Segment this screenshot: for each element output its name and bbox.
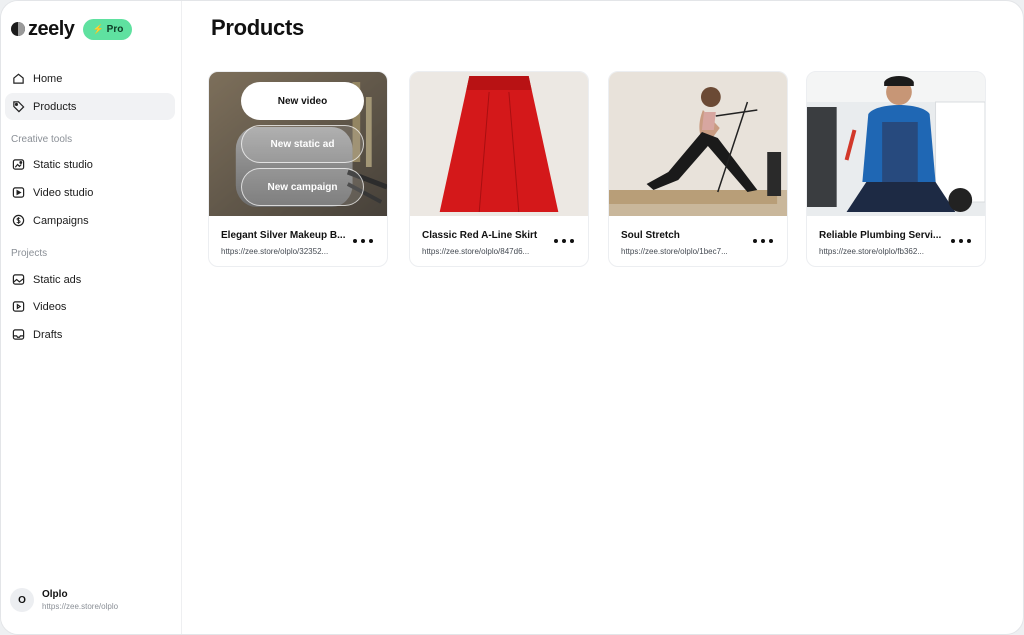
new-video-button[interactable]: New video [241,82,364,120]
product-url[interactable]: https://zee.store/olplo/32352... [221,247,351,256]
product-card[interactable]: New video New static ad New campaign Ele… [208,71,388,267]
more-options-button[interactable] [554,234,574,248]
profile-url: https://zee.store/olplo [42,602,119,611]
product-url[interactable]: https://zee.store/olplo/fb362... [819,247,949,256]
images-icon [11,273,25,287]
product-image [410,72,588,216]
product-card[interactable]: Soul Stretch https://zee.store/olplo/1be… [608,71,788,267]
sidebar-item-campaigns[interactable]: Campaigns [5,207,175,234]
sidebar-item-label: Home [33,72,63,85]
pro-badge-label: Pro [106,23,124,35]
brand[interactable]: zeely ⚡ Pro [11,18,133,40]
app-window: zeely ⚡ Pro Home Products Creative tools… [0,0,1024,635]
brand-name: zeely [28,18,75,40]
lightning-icon: ⚡ [92,23,104,34]
sidebar-item-home[interactable]: Home [5,65,175,92]
image-edit-icon [11,158,25,172]
product-image [609,72,787,216]
product-card[interactable]: Reliable Plumbing Servi... https://zee.s… [806,71,986,267]
more-options-button[interactable] [753,234,773,248]
new-static-ad-button[interactable]: New static ad [241,125,364,163]
sidebar-item-video-studio[interactable]: Video studio [5,179,175,206]
product-image [807,72,985,216]
dollar-circle-icon [11,214,25,228]
sidebar-item-videos[interactable]: Videos [5,293,175,320]
product-url[interactable]: https://zee.store/olplo/1bec7... [621,247,751,256]
profile[interactable]: O Olplo https://zee.store/olplo [10,588,118,612]
sidebar-item-products[interactable]: Products [5,93,175,120]
sidebar: zeely ⚡ Pro Home Products Creative tools… [1,1,182,634]
pro-badge: ⚡ Pro [83,18,133,40]
sidebar-item-static-ads[interactable]: Static ads [5,266,175,293]
product-url[interactable]: https://zee.store/olplo/847d6... [422,247,552,256]
product-title: Elegant Silver Makeup B... [221,230,346,241]
sidebar-item-static-studio[interactable]: Static studio [5,151,175,178]
play-square-icon [11,300,25,314]
sidebar-item-label: Static studio [33,158,93,171]
product-title: Classic Red A-Line Skirt [422,230,538,241]
video-edit-icon [11,186,25,200]
profile-name: Olplo [42,589,68,600]
new-campaign-button[interactable]: New campaign [241,168,364,206]
zeely-logo-icon [11,22,25,36]
sidebar-item-drafts[interactable]: Drafts [5,321,175,348]
home-icon [11,72,25,86]
sidebar-item-label: Static ads [33,273,82,286]
section-label-creative-tools: Creative tools [11,134,73,145]
avatar: O [10,588,34,612]
sidebar-item-label: Videos [33,300,67,313]
page-title: Products [211,15,304,40]
section-label-projects: Projects [11,248,48,259]
product-title: Reliable Plumbing Servi... [819,230,942,241]
sidebar-item-label: Video studio [33,186,94,199]
sidebar-item-label: Products [33,100,77,113]
tag-icon [11,100,25,114]
more-options-button[interactable] [353,234,373,248]
product-title: Soul Stretch [621,230,680,241]
sidebar-item-label: Drafts [33,328,63,341]
more-options-button[interactable] [951,234,971,248]
inbox-icon [11,328,25,342]
sidebar-item-label: Campaigns [33,214,89,227]
product-card[interactable]: Classic Red A-Line Skirt https://zee.sto… [409,71,589,267]
